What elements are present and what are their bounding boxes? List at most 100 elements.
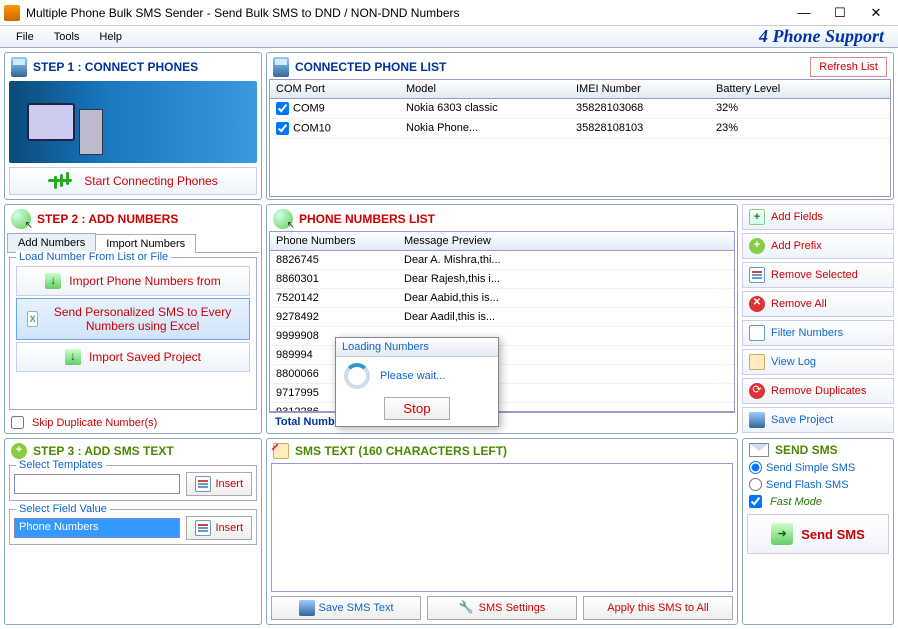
remove-all-label: Remove All [771,298,827,310]
view-log-label: View Log [771,356,816,368]
import-phone-label: Import Phone Numbers from [69,274,220,288]
remove-all-button[interactable]: Remove All [742,291,894,317]
skip-duplicate-checkbox[interactable] [11,416,24,429]
templates-label: Select Templates [16,459,106,471]
titlebar: Multiple Phone Bulk SMS Sender - Send Bu… [0,0,898,26]
connected-row[interactable]: COM9 Nokia 6303 classic 35828103068 32% [270,99,890,119]
number-row[interactable]: 9278492Dear Aadil,this is... [270,308,734,327]
fast-mode-checkbox[interactable] [749,495,762,508]
step1-title: STEP 1 : CONNECT PHONES [33,60,198,74]
import-excel-button[interactable]: Send Personalized SMS to Every Numbers u… [16,298,250,340]
apply-sms-button[interactable]: Apply this SMS to All [583,596,733,620]
refresh-list-button[interactable]: Refresh List [810,57,887,77]
envelope-icon [749,443,769,457]
support-label: 4 Phone Support [759,26,892,47]
send-simple-label: Send Simple SMS [766,462,855,474]
numbers-table-header: Phone Numbers Message Preview [270,232,734,251]
connected-phone-panel: CONNECTED PHONE LIST Refresh List COM Po… [266,52,894,200]
save-sms-button[interactable]: Save SMS Text [271,596,421,620]
send-sms-label: Send SMS [801,527,865,542]
fast-mode-label: Fast Mode [770,496,822,508]
sms-settings-button[interactable]: SMS Settings [427,596,577,620]
menu-help[interactable]: Help [89,29,132,45]
import-phone-button[interactable]: Import Phone Numbers from [16,266,250,296]
cell-batt: 32% [710,99,810,118]
send-panel: SEND SMS Send Simple SMS Send Flash SMS … [742,438,894,625]
cell-number: 8860301 [270,270,398,288]
step2-panel: STEP 2 : ADD NUMBERS Add Numbers Import … [4,204,262,434]
plus-icon [11,443,27,459]
add-prefix-label: Add Prefix [771,240,822,252]
send-flash-row[interactable]: Send Flash SMS [745,476,891,493]
menu-tools[interactable]: Tools [44,29,90,45]
app-icon [4,5,20,21]
number-row[interactable]: 8860301Dear Rajesh,this i... [270,270,734,289]
port-checkbox[interactable] [276,102,289,115]
add-icon [749,209,765,225]
step2-title: STEP 2 : ADD NUMBERS [37,212,178,226]
phone-icon [273,57,289,77]
tab-add-numbers[interactable]: Add Numbers [7,233,96,252]
cell-model: Nokia Phone... [400,119,570,138]
send-simple-radio[interactable] [749,461,762,474]
field-value-select[interactable]: Phone Numbers [14,518,180,538]
add-prefix-button[interactable]: Add Prefix [742,233,894,259]
insert-field-button[interactable]: Insert [186,516,252,540]
cell-number: 8826745 [270,251,398,269]
th-imei[interactable]: IMEI Number [570,80,710,98]
cell-message: Dear Rajesh,this i... [398,270,734,288]
number-row[interactable]: 8826745Dear A. Mishra,thi... [270,251,734,270]
cell-message: Dear A. Mishra,thi... [398,251,734,269]
phone-icon [11,57,27,77]
send-arrow-icon [771,523,793,545]
wrench-icon [459,600,475,616]
insert-icon [195,520,211,536]
insert-template-button[interactable]: Insert [186,472,252,496]
window-title: Multiple Phone Bulk SMS Sender - Send Bu… [26,6,786,20]
menu-file[interactable]: File [6,29,44,45]
smstext-panel: SMS TEXT (160 CHARACTERS LEFT) Save SMS … [266,438,738,625]
fieldset-load-label: Load Number From List or File [16,251,171,263]
import-saved-button[interactable]: Import Saved Project [16,342,250,372]
apply-sms-label: Apply this SMS to All [607,602,709,614]
smstext-title: SMS TEXT (160 CHARACTERS LEFT) [295,444,507,458]
connected-row[interactable]: COM10 Nokia Phone... 35828108103 23% [270,119,890,139]
filter-icon [749,325,765,341]
number-row[interactable]: 7520142Dear Aabid,this is... [270,289,734,308]
cell-imei: 35828103068 [570,99,710,118]
modal-stop-button[interactable]: Stop [384,397,449,420]
close-button[interactable]: ✕ [858,0,894,25]
modal-title: Loading Numbers [336,338,498,357]
click-icon [273,209,293,229]
add-fields-button[interactable]: Add Fields [742,204,894,230]
import-excel-label: Send Personalized SMS to Every Numbers u… [46,305,239,333]
view-log-button[interactable]: View Log [742,349,894,375]
sms-text-input[interactable] [271,463,733,592]
start-connect-button[interactable]: Start Connecting Phones [9,167,257,195]
cell-number: 9278492 [270,308,398,326]
send-flash-label: Send Flash SMS [766,479,849,491]
th-number[interactable]: Phone Numbers [270,232,398,250]
send-simple-row[interactable]: Send Simple SMS [745,459,891,476]
remove-selected-button[interactable]: Remove Selected [742,262,894,288]
save-project-button[interactable]: Save Project [742,407,894,433]
fast-mode-row[interactable]: Fast Mode [745,493,891,510]
th-port[interactable]: COM Port [270,80,400,98]
plus-icon [749,238,765,254]
remove-duplicates-button[interactable]: Remove Duplicates [742,378,894,404]
minimize-button[interactable]: — [786,0,822,25]
send-sms-button[interactable]: Send SMS [747,514,889,554]
insert-icon [195,476,211,492]
th-batt[interactable]: Battery Level [710,80,810,98]
add-fields-label: Add Fields [771,211,823,223]
send-flash-radio[interactable] [749,478,762,491]
start-connect-label: Start Connecting Phones [84,174,217,188]
maximize-button[interactable]: ☐ [822,0,858,25]
port-checkbox[interactable] [276,122,289,135]
download-icon [45,273,61,289]
th-model[interactable]: Model [400,80,570,98]
template-select[interactable] [14,474,180,494]
th-message[interactable]: Message Preview [398,232,734,250]
filter-numbers-button[interactable]: Filter Numbers [742,320,894,346]
connect-illustration [9,81,257,163]
